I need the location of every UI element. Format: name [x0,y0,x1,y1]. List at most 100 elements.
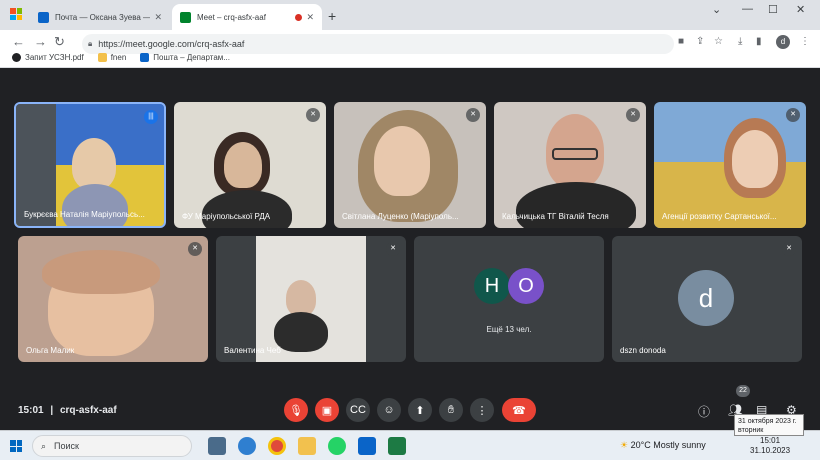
share-icon[interactable]: ⇪ [696,36,704,47]
mic-off-icon: ✕ [386,242,400,256]
chrome-app-icon[interactable] [268,437,286,455]
end-call-button[interactable]: ☎ [502,398,536,422]
meet-stage: ||| Букрєєва Наталія Маріупольсь... ✕ ФУ… [0,68,820,430]
weather-temp: 20°C [630,440,651,450]
participant-tile[interactable]: ✕ Ольга Малик [18,236,208,362]
participant-tile[interactable]: ✕ ФУ Маріупольської РДА [174,102,326,228]
participant-name: Ольга Малик [26,346,75,355]
minimize-button[interactable]: — [742,3,753,15]
chevron-down-icon[interactable]: ⌄ [712,3,721,16]
participant-tile[interactable]: ||| Букрєєва Наталія Маріупольсь... [14,102,166,228]
forward-icon[interactable]: → [34,34,47,49]
participant-tile[interactable]: ✕ Кальчицька ТГ Віталій Тесля [494,102,646,228]
bookmark-label: fnen [110,52,127,62]
participant-body [516,182,636,228]
close-icon[interactable]: ✕ [154,12,162,23]
outlook-icon [140,52,150,62]
participant-face [286,280,316,316]
bookmark-item[interactable]: Запит УСЗН.pdf [12,52,84,62]
reactions-button[interactable]: ☺ [377,398,401,422]
participant-hair [42,250,160,294]
info-icon[interactable]: ⓘ [698,403,710,420]
clock-time: 15:01 [760,436,781,445]
more-participants-label: Ещё 13 чел. [486,325,532,334]
tab-title: Почта — Оксана Зуева — Outl [55,12,151,22]
participant-face [374,126,430,196]
browser-tab-strip: Почта — Оксана Зуева — Outl ✕ Meet – crq… [0,0,820,30]
emoji-icon: ☺ [383,404,395,416]
bookmark-label: Пошта – Департам... [153,52,230,62]
raise-hand-button[interactable]: ✋︎ [439,398,463,422]
new-tab-button[interactable]: + [328,8,336,24]
participant-tile[interactable]: ✕ Світлана Луценко (Маріуполь... [334,102,486,228]
download-icon[interactable]: ⤓ [738,36,742,47]
sun-icon: ☀ [620,440,629,450]
windows-start-icon[interactable] [10,8,22,20]
tab-meet[interactable]: Meet – crq-asfx-aaf ✕ [172,4,322,30]
participant-name: ФУ Маріупольської РДА [182,212,271,221]
participant-body [202,190,292,228]
participant-tile-others[interactable]: Н О Ещё 13 чел. [414,236,604,362]
hand-icon: ✋︎ [447,403,455,416]
mic-toggle-button[interactable]: 🎙︎ [284,398,308,422]
participant-tile[interactable]: ✕ Валентина Чеб [216,236,406,362]
participant-name: Букрєєва Наталія Маріупольсь... [24,210,145,219]
menu-icon[interactable]: ⋮ [800,36,810,47]
close-window-button[interactable]: ✕ [796,3,805,16]
bookmark-label: Запит УСЗН.pdf [25,52,84,62]
excel-icon[interactable] [388,437,406,455]
participant-tile[interactable]: d ✕ dszn donoda [612,236,802,362]
github-icon [12,52,21,62]
mic-off-icon: 🎙︎ [289,404,303,417]
call-controls: 15:01 | crq-asfx-aaf 🎙︎ ▣ CC ☺ ⬆ ✋︎ ⋮ ☎ … [0,385,820,428]
avatar: Н [474,268,510,304]
windows-start-icon[interactable] [10,440,22,452]
participant-count-badge: 22 [736,385,750,397]
participant-name: dszn donoda [620,346,666,355]
camera-icon[interactable]: ■ [678,36,684,47]
weather-desc: Mostly sunny [653,440,706,450]
maximize-button[interactable]: ☐ [768,3,778,16]
outlook-icon[interactable] [358,437,376,455]
whatsapp-icon[interactable] [328,437,346,455]
captions-button[interactable]: CC [346,398,370,422]
search-input[interactable]: ⌕ Поиск [32,435,192,457]
tab-title: Meet – crq-asfx-aaf [197,12,266,22]
back-icon[interactable]: ← [12,34,25,49]
outlook-icon [38,11,49,23]
camera-toggle-button[interactable]: ▣ [315,398,339,422]
speaking-icon: ||| [144,110,158,124]
bookmarks-bar: Запит УСЗН.pdf fnen Пошта – Департам... [0,48,820,66]
star-icon[interactable]: ☆ [714,36,723,47]
recording-icon [295,13,303,21]
more-vert-icon: ⋮ [476,404,488,417]
weather-widget[interactable]: ☀ 20°C Mostly sunny [620,440,706,451]
meeting-time: 15:01 [18,405,44,416]
meeting-info: 15:01 | crq-asfx-aaf [18,405,117,416]
file-explorer-icon[interactable] [298,437,316,455]
participant-tile[interactable]: ✕ Агенції розвитку Сартанської... [654,102,806,228]
present-button[interactable]: ⬆ [408,398,432,422]
participant-body [62,184,128,226]
meet-icon [180,11,191,23]
meeting-code: crq-asfx-aaf [59,405,117,416]
system-clock[interactable]: 15:01 31.10.2023 [750,436,790,456]
participant-name: Світлана Луценко (Маріуполь... [342,212,459,221]
edge-app-icon[interactable] [238,437,256,455]
participant-body [274,312,328,352]
mic-off-icon: ✕ [466,108,480,122]
bookmark-item[interactable]: Пошта – Департам... [140,52,230,62]
participant-face [72,138,116,190]
sidepanel-icon[interactable]: ▮ [756,36,762,47]
close-icon[interactable]: ✕ [306,12,314,23]
mic-off-icon: ✕ [782,242,796,256]
hangup-icon: ☎ [512,404,526,417]
calculator-app-icon[interactable] [208,437,226,455]
tab-outlook[interactable]: Почта — Оксана Зуева — Outl ✕ [30,4,170,30]
mic-off-icon: ✕ [786,108,800,122]
more-options-button[interactable]: ⋮ [470,398,494,422]
bookmark-item[interactable]: fnen [97,52,127,62]
avatar[interactable]: d [776,35,790,49]
participant-name: Кальчицька ТГ Віталій Тесля [502,212,609,221]
captions-icon: CC [350,404,366,416]
